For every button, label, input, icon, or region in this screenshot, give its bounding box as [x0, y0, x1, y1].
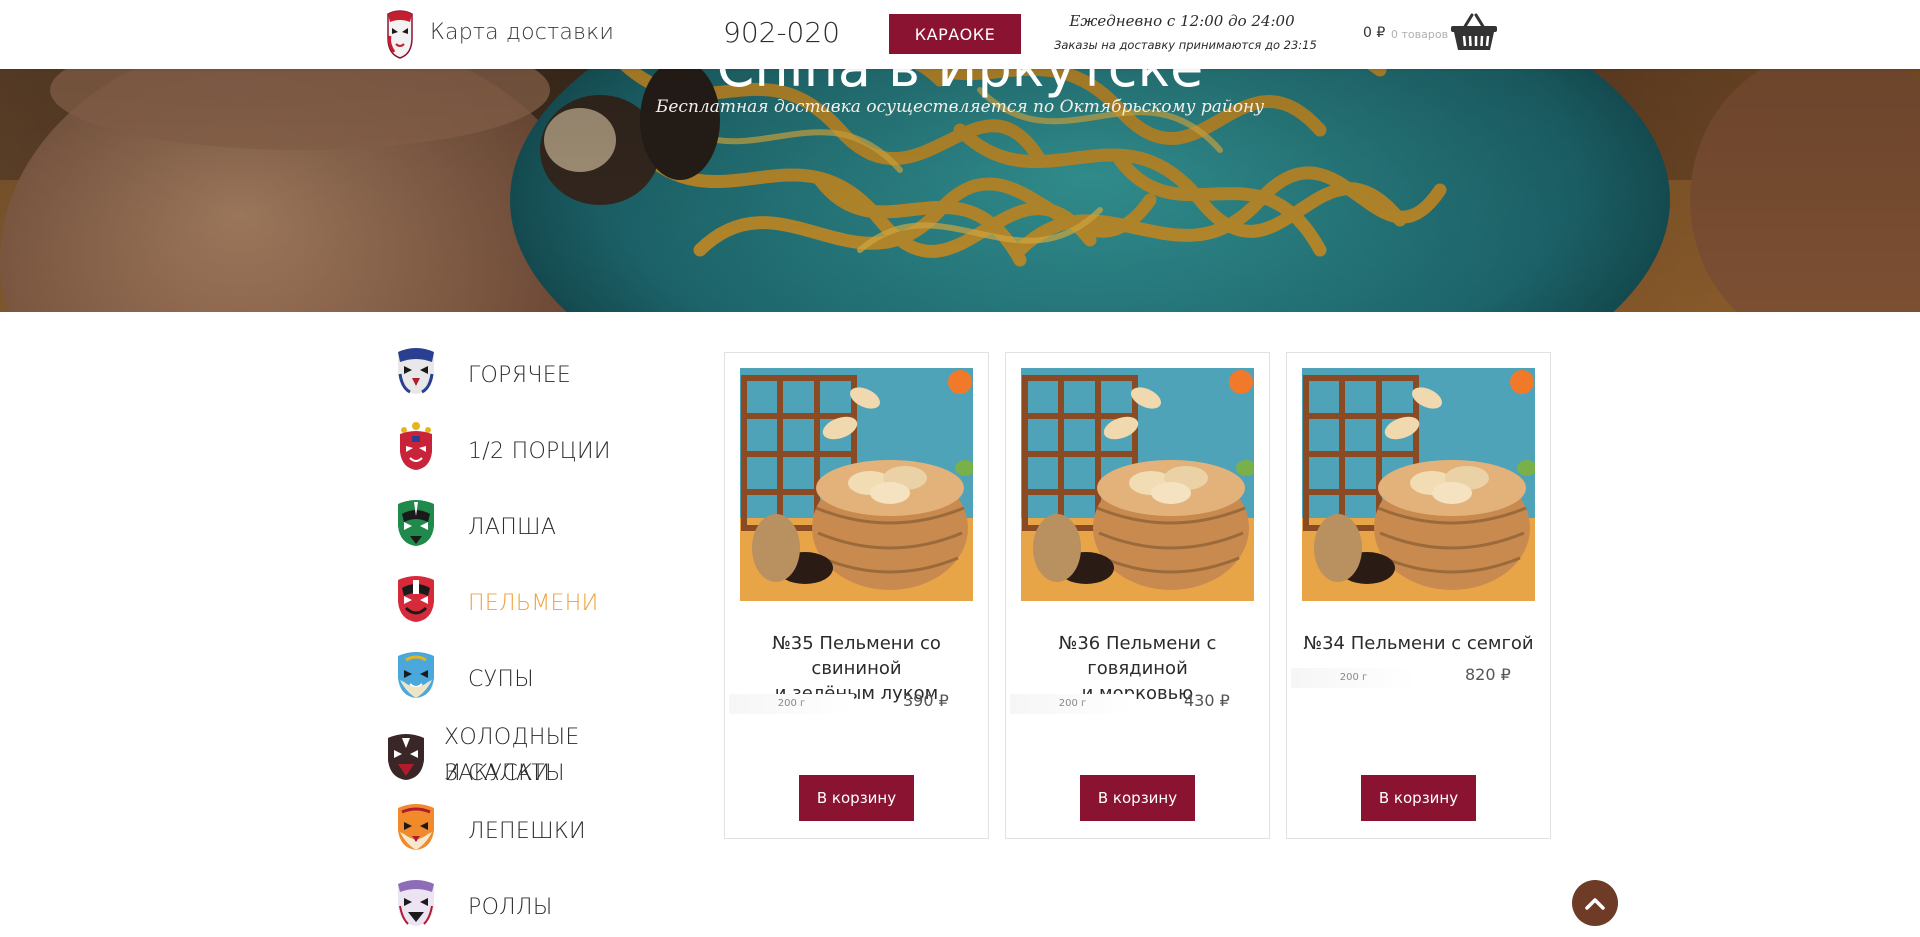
opera-mask-icon — [398, 652, 434, 698]
product-card: №35 Пельмени со свининой и зелёным луком… — [724, 352, 989, 839]
product-photo[interactable] — [1021, 368, 1254, 601]
product-price: 820 ₽ — [1465, 665, 1511, 684]
category-label: 1/2 ПОРЦИИ — [468, 439, 611, 464]
opera-mask-icon — [400, 422, 432, 470]
opera-mask-logo[interactable] — [384, 8, 416, 60]
opera-mask-icon — [398, 804, 434, 850]
product-title-line1: №35 Пельмени со свининой — [772, 633, 941, 679]
hours-daily: Ежедневно с 12:00 до 24:00 — [1069, 12, 1295, 30]
product-price: 390 ₽ — [903, 691, 949, 710]
category-item-cold-snacks[interactable]: ХОЛОДНЫЕ ЗАКУСКИ И САЛАТЫ — [384, 720, 684, 792]
category-label: ПЕЛЬМЕНИ — [468, 591, 599, 616]
product-weight: 200 г — [1291, 668, 1416, 688]
category-item-half-portions[interactable]: 1/2 ПОРЦИИ — [384, 416, 684, 480]
product-photo[interactable] — [740, 368, 973, 601]
category-label: ЛЕПЕШКИ — [468, 819, 586, 844]
cart-item-count[interactable]: 0 товаров — [1391, 28, 1448, 41]
product-weight: 200 г — [729, 694, 854, 714]
category-item-dumplings[interactable]: ПЕЛЬМЕНИ — [384, 568, 684, 632]
opera-mask-icon — [398, 576, 434, 622]
opera-mask-icon — [388, 734, 424, 780]
category-item-rolls[interactable]: РОЛЛЫ — [384, 872, 684, 936]
chevron-up-icon — [1585, 898, 1605, 910]
opera-mask-icon — [398, 500, 434, 546]
category-item-hot[interactable]: ГОРЯЧЕЕ — [384, 340, 684, 404]
category-item-soups[interactable]: СУПЫ — [384, 644, 684, 708]
product-title-line1: №34 Пельмени с семгой — [1303, 633, 1534, 654]
product-weight: 200 г — [1010, 694, 1135, 714]
product-card: №34 Пельмени с семгой 200 г 820 ₽ В корз… — [1286, 352, 1551, 839]
product-price: 430 ₽ — [1184, 691, 1230, 710]
add-to-cart-button[interactable]: В корзину — [1080, 775, 1195, 821]
category-label: СУПЫ — [468, 667, 534, 692]
category-item-flatbreads[interactable]: ЛЕПЕШКИ — [384, 796, 684, 860]
category-label: ГОРЯЧЕЕ — [468, 363, 572, 388]
karaoke-button[interactable]: КАРАОКЕ — [889, 14, 1021, 54]
site-header: Карта доставки 902-020 КАРАОКЕ Ежедневно… — [0, 0, 1920, 69]
delivery-map-link[interactable]: Карта доставки — [430, 20, 614, 45]
category-label-line2: И САЛАТЫ — [444, 761, 565, 786]
opera-mask-icon — [398, 348, 434, 394]
product-card: №36 Пельмени с говядиной и морковью 200 … — [1005, 352, 1270, 839]
cart-total[interactable]: 0 ₽ — [1363, 25, 1385, 41]
category-label: РОЛЛЫ — [468, 895, 553, 920]
opera-mask-icon — [398, 880, 434, 926]
add-to-cart-button[interactable]: В корзину — [799, 775, 914, 821]
product-title-line1: №36 Пельмени с говядиной — [1058, 633, 1217, 679]
product-title[interactable]: №34 Пельмени с семгой — [1293, 631, 1544, 656]
hero-subtitle: Бесплатная доставка осуществляется по Ок… — [655, 97, 1265, 117]
add-to-cart-button[interactable]: В корзину — [1361, 775, 1476, 821]
category-label: ЛАПША — [468, 515, 557, 540]
scroll-to-top-button[interactable] — [1572, 880, 1618, 926]
product-photo[interactable] — [1302, 368, 1535, 601]
category-item-noodles[interactable]: ЛАПША — [384, 492, 684, 556]
phone-number[interactable]: 902-020 — [723, 16, 840, 49]
hours-delivery-note: Заказы на доставку принимаются до 23:15 — [1054, 38, 1317, 52]
basket-icon[interactable] — [1450, 12, 1498, 52]
opening-hours: Ежедневно с 12:00 до 24:00 Заказы на дос… — [1054, 12, 1317, 52]
